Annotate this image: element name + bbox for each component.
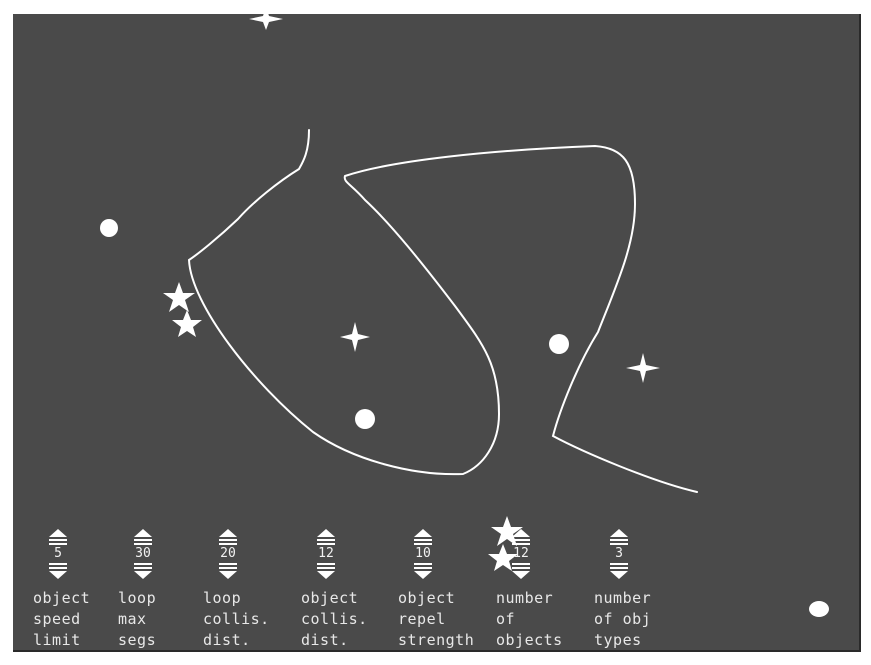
- drawn-loop-left: [187, 129, 698, 493]
- increase-arrow-icon[interactable]: [315, 529, 337, 545]
- sparkle-object: [626, 353, 660, 383]
- control-label: number of obj types: [594, 589, 652, 649]
- control-label: object collis. dist.: [301, 589, 368, 649]
- ball-object: [549, 334, 569, 354]
- decrease-arrow-icon[interactable]: [217, 563, 239, 579]
- decrease-arrow-icon[interactable]: [510, 563, 532, 579]
- simulation-canvas[interactable]: 5 object speed limit 30 loop max segs 20: [13, 14, 861, 652]
- control-label: number of objects: [496, 589, 563, 649]
- value-display: 3: [615, 546, 623, 561]
- value-display: 20: [220, 546, 236, 561]
- value-display: 12: [318, 546, 334, 561]
- value-spinner: 12: [315, 529, 337, 579]
- sparkle-object: [340, 322, 370, 352]
- value-display: 5: [54, 546, 62, 561]
- value-display: 10: [415, 546, 431, 561]
- decrease-arrow-icon[interactable]: [315, 563, 337, 579]
- ball-object: [100, 219, 118, 237]
- decrease-arrow-icon[interactable]: [132, 563, 154, 579]
- value-spinner: 30: [132, 529, 154, 579]
- decrease-arrow-icon[interactable]: [412, 563, 434, 579]
- control-label: loop collis. dist.: [203, 589, 270, 649]
- increase-arrow-icon[interactable]: [510, 529, 532, 545]
- value-spinner: 3: [608, 529, 630, 579]
- increase-arrow-icon[interactable]: [217, 529, 239, 545]
- value-spinner: 20: [217, 529, 239, 579]
- value-display: 30: [135, 546, 151, 561]
- value-spinner: 12: [510, 529, 532, 579]
- increase-arrow-icon[interactable]: [608, 529, 630, 545]
- decrease-arrow-icon[interactable]: [608, 563, 630, 579]
- ball-object: [809, 601, 829, 617]
- star-object: [172, 310, 202, 337]
- ball-object: [355, 409, 375, 429]
- value-spinner: 10: [412, 529, 434, 579]
- control-label: object repel strength: [398, 589, 475, 649]
- control-label: object speed limit: [33, 589, 91, 649]
- value-spinner: 5: [47, 529, 69, 579]
- increase-arrow-icon[interactable]: [47, 529, 69, 545]
- star-object: [163, 282, 195, 312]
- decrease-arrow-icon[interactable]: [47, 563, 69, 579]
- control-label: loop max segs: [118, 589, 157, 649]
- value-display: 12: [513, 546, 529, 561]
- sparkle-object: [249, 14, 283, 30]
- increase-arrow-icon[interactable]: [412, 529, 434, 545]
- increase-arrow-icon[interactable]: [132, 529, 154, 545]
